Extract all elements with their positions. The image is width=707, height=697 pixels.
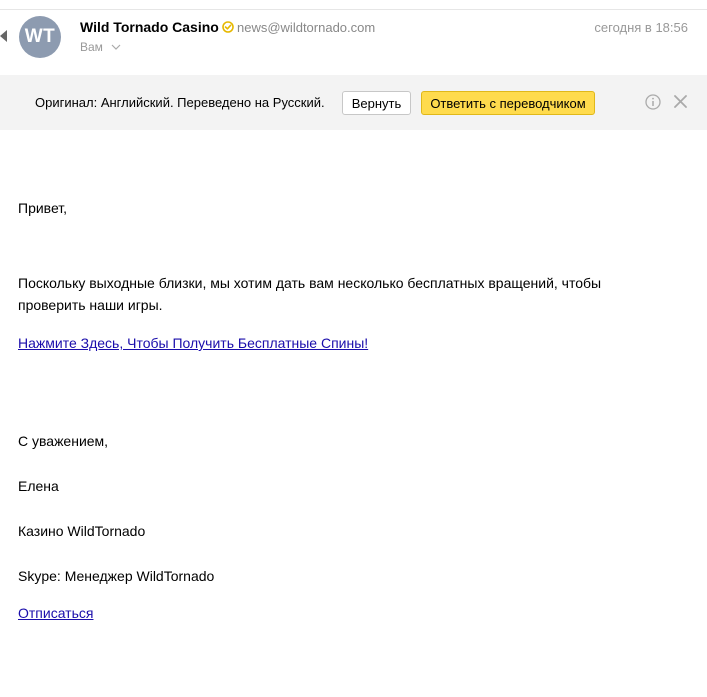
closing: С уважением,: [18, 433, 109, 449]
sender-name[interactable]: Wild Tornado Casino: [80, 19, 219, 35]
greeting: Привет,: [18, 200, 68, 216]
free-spins-link[interactable]: Нажмите Здесь, Чтобы Получить Бесплатные…: [18, 335, 368, 351]
top-divider: [0, 9, 707, 10]
message-date: сегодня в 18:56: [594, 20, 688, 35]
translation-bar: Оригинал: Английский. Переведено на Русс…: [0, 75, 707, 130]
chevron-down-icon[interactable]: [111, 44, 121, 50]
signature-skype: Skype: Менеджер WildTornado: [18, 568, 215, 584]
recipient[interactable]: Вам: [80, 40, 103, 54]
signature-name: Елена: [18, 478, 59, 494]
close-icon[interactable]: [674, 95, 687, 108]
verified-icon: [222, 21, 234, 33]
info-icon[interactable]: [645, 94, 661, 110]
paragraph-line-2: проверить наши игры.: [18, 297, 163, 313]
avatar[interactable]: WT: [19, 16, 61, 58]
signature-company: Казино WildTornado: [18, 523, 146, 539]
translation-status: Оригинал: Английский. Переведено на Русс…: [35, 95, 325, 110]
sender-email[interactable]: news@wildtornado.com: [237, 20, 375, 35]
reply-with-translator-button[interactable]: Ответить с переводчиком: [421, 91, 595, 115]
revert-button[interactable]: Вернуть: [342, 91, 411, 115]
unsubscribe-link[interactable]: Отписаться: [18, 605, 93, 621]
back-arrow-icon[interactable]: [0, 30, 7, 42]
paragraph-line-1: Поскольку выходные близки, мы хотим дать…: [18, 275, 602, 291]
